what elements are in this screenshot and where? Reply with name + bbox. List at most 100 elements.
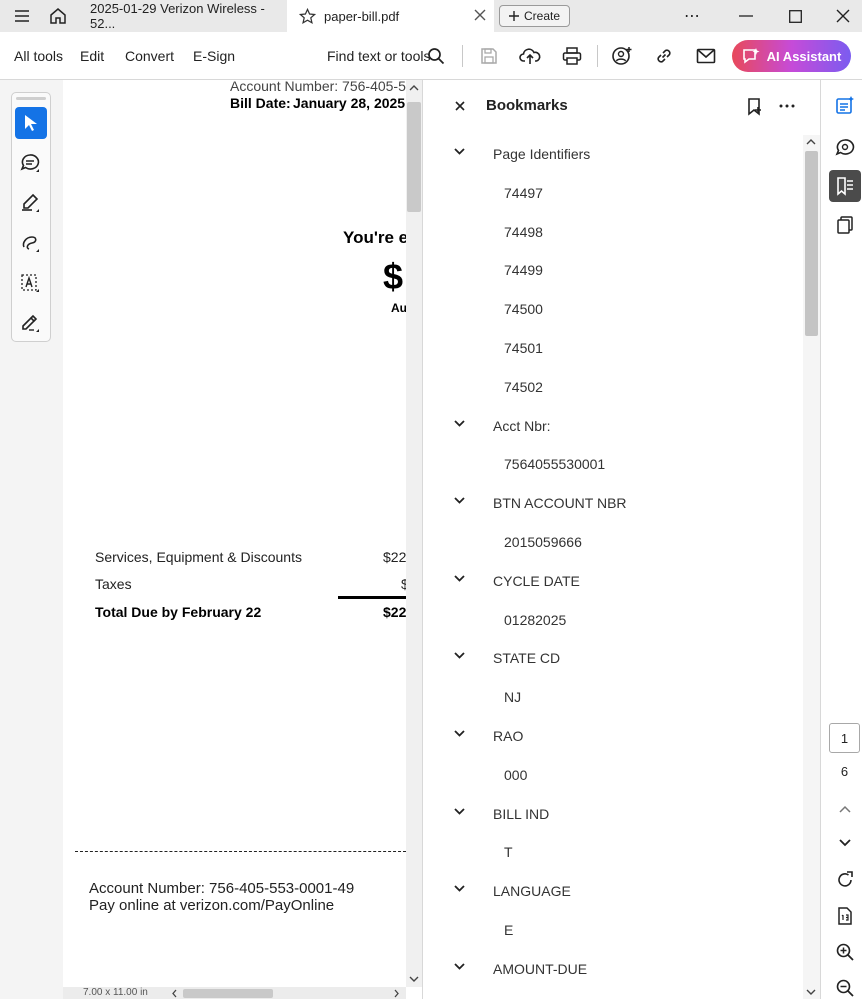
bookmark-child-item[interactable]: 01282025: [423, 601, 803, 640]
rotate-icon[interactable]: [829, 864, 861, 896]
document-viewport[interactable]: Account Number: 756-405-5 Bill Date: Jan…: [63, 80, 406, 987]
menu-edit[interactable]: Edit: [80, 48, 104, 64]
home-icon[interactable]: [44, 0, 72, 32]
current-page-input[interactable]: 1: [829, 723, 860, 753]
bookmark-parent-item[interactable]: STATE CD: [423, 639, 803, 678]
tab-verizon-bill[interactable]: 2025-01-29 Verizon Wireless - 52...: [80, 0, 285, 32]
plus-icon: [508, 11, 519, 21]
sign-tool-icon[interactable]: [15, 307, 47, 339]
save-icon[interactable]: [477, 44, 501, 68]
bookmark-parent-item[interactable]: Acct Nbr:: [423, 407, 803, 446]
drag-handle[interactable]: [16, 97, 46, 100]
bookmark-parent-item[interactable]: Page Identifiers: [423, 135, 803, 174]
autopay-label: Au: [391, 301, 406, 315]
scroll-left-icon[interactable]: [171, 989, 178, 998]
scroll-down-icon[interactable]: [409, 975, 419, 983]
find-text-button[interactable]: Find text or tools: [327, 48, 431, 64]
scroll-thumb[interactable]: [407, 102, 421, 212]
scroll-down-icon[interactable]: [806, 988, 816, 996]
panel-options-icon[interactable]: [779, 104, 795, 108]
email-icon[interactable]: [694, 44, 718, 68]
bookmark-tree: Page Identifiers 74497 74498 74499 74500 7450…: [423, 135, 803, 989]
bookmark-child-item[interactable]: 2015059666: [423, 523, 803, 562]
print-icon[interactable]: [560, 44, 584, 68]
comment-tool-icon[interactable]: [15, 147, 47, 179]
bookmark-child-item[interactable]: 74498: [423, 213, 803, 252]
bookmark-child-item[interactable]: 74501: [423, 329, 803, 368]
bookmark-parent-item[interactable]: BTN ACCOUNT NBR: [423, 484, 803, 523]
page-thumbnails-icon[interactable]: [829, 209, 861, 241]
upload-cloud-icon[interactable]: [518, 44, 542, 68]
comments-icon[interactable]: [829, 132, 861, 164]
chevron-down-icon[interactable]: [454, 730, 465, 737]
scroll-thumb[interactable]: [805, 151, 818, 336]
bookmark-label: E: [504, 921, 514, 938]
ai-summary-icon[interactable]: [829, 89, 861, 121]
highlight-tool-icon[interactable]: [15, 187, 47, 219]
tab-paper-bill[interactable]: paper-bill.pdf: [287, 0, 494, 32]
scroll-up-icon[interactable]: [806, 138, 816, 146]
bookmarks-icon[interactable]: [829, 170, 861, 202]
bookmark-parent-item[interactable]: RAO: [423, 717, 803, 756]
bookmark-child-item[interactable]: E: [423, 911, 803, 950]
chevron-down-icon[interactable]: [454, 148, 465, 155]
menu-convert[interactable]: Convert: [125, 48, 174, 64]
bookmark-child-item[interactable]: 74502: [423, 368, 803, 407]
select-tool-icon[interactable]: [15, 107, 47, 139]
bookmark-label: BTN ACCOUNT NBR: [493, 495, 627, 512]
previous-page-icon[interactable]: [829, 793, 861, 825]
bookmark-label: Page Identifiers: [493, 146, 591, 162]
close-panel-icon[interactable]: [455, 101, 465, 111]
share-user-icon[interactable]: [610, 44, 634, 68]
scroll-right-icon[interactable]: [393, 989, 400, 998]
search-icon[interactable]: [424, 44, 448, 68]
scroll-up-icon[interactable]: [409, 84, 419, 92]
document-vertical-scrollbar[interactable]: [406, 80, 422, 987]
menu-bar: All tools Edit Convert E-Sign Find text …: [0, 32, 862, 80]
ai-assistant-button[interactable]: AI Assistant: [732, 40, 851, 72]
chevron-down-icon[interactable]: [454, 575, 465, 582]
scroll-thumb[interactable]: [183, 989, 273, 998]
bookmark-label: 74502: [504, 378, 543, 395]
close-window-icon[interactable]: [827, 0, 859, 32]
menu-all-tools[interactable]: All tools: [14, 48, 63, 64]
chevron-down-icon[interactable]: [454, 807, 465, 815]
add-bookmark-icon[interactable]: [746, 97, 764, 117]
menu-esign[interactable]: E-Sign: [193, 48, 235, 64]
bookmark-label: 74501: [504, 339, 543, 356]
minimize-icon[interactable]: [730, 0, 762, 32]
create-button[interactable]: Create: [499, 5, 570, 27]
bookmark-parent-item[interactable]: CYCLE DATE: [423, 562, 803, 601]
hamburger-menu-icon[interactable]: [8, 0, 36, 32]
maximize-icon[interactable]: [779, 0, 811, 32]
bookmark-child-item[interactable]: 74500: [423, 290, 803, 329]
text-recognition-icon[interactable]: [15, 267, 47, 299]
zoom-in-icon[interactable]: [829, 936, 861, 968]
chevron-down-icon[interactable]: [454, 419, 465, 427]
page-display-icon[interactable]: [829, 900, 861, 932]
star-icon[interactable]: [299, 7, 316, 25]
bookmark-child-item[interactable]: 74497: [423, 174, 803, 213]
next-page-icon[interactable]: [829, 826, 861, 858]
bookmark-parent-item[interactable]: LANGUAGE: [423, 872, 803, 911]
bookmark-child-item[interactable]: 000: [423, 756, 803, 795]
chevron-down-icon[interactable]: [454, 652, 465, 660]
bill-date-label: Bill Date:: [230, 95, 291, 111]
link-icon[interactable]: [652, 44, 676, 68]
divider: [462, 45, 463, 67]
zoom-out-icon[interactable]: [829, 972, 861, 1004]
more-options-icon[interactable]: ⋯: [676, 0, 708, 32]
close-tab-icon[interactable]: [474, 9, 486, 21]
bookmark-child-item[interactable]: T: [423, 833, 803, 872]
bookmark-child-item[interactable]: NJ: [423, 678, 803, 717]
bookmark-child-item[interactable]: 7564055530001: [423, 445, 803, 484]
draw-freehand-icon[interactable]: [15, 227, 47, 259]
chevron-down-icon[interactable]: [454, 497, 465, 504]
chevron-down-icon[interactable]: [454, 885, 465, 892]
document-horizontal-scrollbar[interactable]: 7.00 x 11.00 in: [63, 987, 406, 999]
chevron-down-icon[interactable]: [454, 963, 465, 970]
bookmarks-scrollbar[interactable]: [803, 135, 820, 999]
bookmark-child-item[interactable]: 74499: [423, 251, 803, 290]
bookmark-parent-item[interactable]: BILL IND: [423, 795, 803, 834]
bookmark-parent-item[interactable]: AMOUNT-DUE: [423, 950, 803, 989]
